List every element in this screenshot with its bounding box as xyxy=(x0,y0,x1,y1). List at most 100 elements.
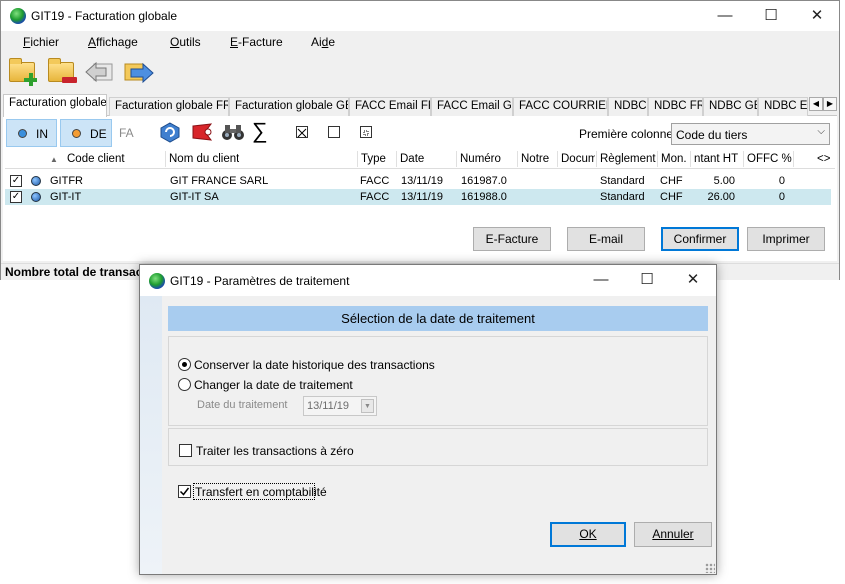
menu-aide[interactable]: Aide xyxy=(311,35,335,49)
change-date-radio[interactable] xyxy=(178,378,191,391)
tab-facc-email-gb[interactable]: FACC Email GB xyxy=(431,97,513,116)
cell-montant: 5.00 xyxy=(713,175,735,187)
chevron-down-icon: ▼ xyxy=(361,399,374,413)
select-none-checkbox[interactable] xyxy=(328,126,340,138)
binoculars-icon[interactable] xyxy=(221,121,245,143)
menu-bar: Fichier Affichage Outils E-Facture Aide xyxy=(1,31,839,53)
parametres-dialog: GIT19 - Paramètres de traitement — ☐ ✕ S… xyxy=(139,264,717,575)
refresh-icon[interactable] xyxy=(158,121,182,143)
forward-arrow-icon[interactable] xyxy=(123,56,155,88)
annuler-button[interactable]: Annuler xyxy=(634,522,712,547)
dialog-minimize-button[interactable]: — xyxy=(578,265,624,295)
transfer-label[interactable]: Transfert en comptabilité xyxy=(195,485,327,499)
toolbar xyxy=(1,54,839,92)
tab-facc-courrier[interactable]: FACC COURRIER xyxy=(513,97,608,116)
keep-date-label[interactable]: Conserver la date historique des transac… xyxy=(194,358,435,372)
col-code-client[interactable]: Code client xyxy=(67,153,125,165)
new-folder-icon[interactable] xyxy=(7,56,39,88)
imprimer-button[interactable]: Imprimer xyxy=(747,227,825,251)
close-button[interactable]: ✕ xyxy=(794,1,840,31)
minimize-button[interactable]: — xyxy=(702,1,748,31)
date-label: Date du traitement xyxy=(197,399,288,411)
col-monnaie[interactable]: Mon. xyxy=(661,153,687,165)
menu-fichier[interactable]: Fichier xyxy=(23,35,59,49)
resize-grip[interactable] xyxy=(705,563,715,573)
dialog-maximize-button[interactable]: ☐ xyxy=(624,265,670,295)
row-checkbox[interactable]: ✓ xyxy=(10,191,22,203)
tab-facturation-globale-fr[interactable]: Facturation globale FR xyxy=(109,97,229,116)
sort-ascending-icon[interactable]: ▲ xyxy=(50,155,58,164)
menu-affichage[interactable]: Affichage xyxy=(88,35,138,49)
col-offc-pct[interactable]: OFFC % xyxy=(747,153,792,165)
back-arrow-icon[interactable] xyxy=(84,56,116,88)
date-picker[interactable]: 13/11/19 ▼ xyxy=(303,396,377,416)
cell-monnaie: CHF xyxy=(660,191,683,203)
ok-button[interactable]: OK xyxy=(550,522,626,547)
cell-reglement: Standard xyxy=(600,175,645,187)
menu-efacture[interactable]: E-Facture xyxy=(230,35,283,49)
email-button[interactable]: E-mail xyxy=(567,227,645,251)
delete-folder-icon[interactable] xyxy=(46,56,78,88)
tab-scroll-left-button[interactable]: ◀ xyxy=(809,97,823,111)
main-window-title: GIT19 - Facturation globale xyxy=(31,9,178,23)
zero-group: Traiter les transactions à zéro xyxy=(168,428,708,466)
chevron-down-icon: ⌵ xyxy=(817,126,825,137)
tab-facturation-globale[interactable]: Facturation globale xyxy=(3,94,107,117)
transfer-checkbox[interactable] xyxy=(178,485,191,498)
col-numero[interactable]: Numéro xyxy=(460,153,501,165)
cell-nom: GIT-IT SA xyxy=(170,191,219,203)
tab-ndbc-fr[interactable]: NDBC FR xyxy=(648,97,703,116)
orange-dot-icon xyxy=(72,129,81,138)
filter-in-label: IN xyxy=(36,127,48,141)
tab-facturation-globale-gb[interactable]: Facturation globale GB xyxy=(229,97,349,116)
col-notre[interactable]: Notre xyxy=(521,153,549,165)
dialog-close-button[interactable]: ✕ xyxy=(670,265,716,295)
select-all-checkbox[interactable] xyxy=(296,126,308,138)
invert-selection-checkbox[interactable] xyxy=(360,126,372,138)
tab-ndbc-em[interactable]: NDBC Em xyxy=(758,97,808,116)
cell-type: FACC xyxy=(360,191,390,203)
col-montant-ht[interactable]: ntant HT xyxy=(694,153,741,165)
tab-ndbc[interactable]: NDBC xyxy=(608,97,648,116)
tab-ndbc-gb[interactable]: NDBC GB xyxy=(703,97,758,116)
filter-de-toggle[interactable]: DE xyxy=(60,119,112,147)
table-header: ▲ Code client Nom du client Type Date Nu… xyxy=(5,149,835,169)
magnet-icon[interactable] xyxy=(191,121,215,143)
menu-outils[interactable]: Outils xyxy=(170,35,201,49)
zero-transactions-label[interactable]: Traiter les transactions à zéro xyxy=(196,444,354,458)
col-nom-client[interactable]: Nom du client xyxy=(169,153,239,165)
col-date[interactable]: Date xyxy=(400,153,424,165)
confirmer-button[interactable]: Confirmer xyxy=(661,227,739,251)
maximize-button[interactable]: ☐ xyxy=(748,1,794,31)
status-text: Nombre total de transactio xyxy=(5,265,158,279)
table-row[interactable]: ✓ GITFR GIT FRANCE SARL FACC 13/11/19 16… xyxy=(5,173,831,189)
filter-in-toggle[interactable]: IN xyxy=(6,119,57,147)
col-type[interactable]: Type xyxy=(361,153,386,165)
main-titlebar[interactable]: GIT19 - Facturation globale — ☐ ✕ xyxy=(1,1,839,31)
table-row[interactable]: ✓ GIT-IT GIT-IT SA FACC 13/11/19 161988.… xyxy=(5,189,831,205)
col-reglement[interactable]: Règlement xyxy=(600,153,656,165)
efacture-button[interactable]: E-Facture xyxy=(473,227,551,251)
tab-facc-email-fr[interactable]: FACC Email FR xyxy=(349,97,431,116)
change-date-label[interactable]: Changer la date de traitement xyxy=(194,378,353,392)
tab-strip: Facturation globale Facturation globale … xyxy=(3,94,837,117)
col-document[interactable]: Docum xyxy=(561,153,595,165)
cell-date: 13/11/19 xyxy=(401,191,444,203)
first-column-select[interactable]: Code du tiers ⌵ xyxy=(671,123,830,145)
cell-type: FACC xyxy=(360,175,390,187)
section-title: Sélection de la date de traitement xyxy=(168,306,708,331)
cell-numero: 161988.0 xyxy=(461,191,507,203)
zero-transactions-checkbox[interactable] xyxy=(179,444,192,457)
transactions-panel: IN DE FA ∑ Première colonne Code du tier… xyxy=(3,116,837,261)
cell-numero: 161987.0 xyxy=(461,175,507,187)
sum-icon[interactable]: ∑ xyxy=(252,120,276,143)
filter-fa-label[interactable]: FA xyxy=(119,126,134,140)
row-checkbox[interactable]: ✓ xyxy=(10,175,22,187)
tab-scroll-right-button[interactable]: ▶ xyxy=(823,97,837,111)
col-more[interactable]: <> xyxy=(817,153,830,165)
cell-offc: 0 xyxy=(778,191,785,203)
dialog-titlebar[interactable]: GIT19 - Paramètres de traitement — ☐ ✕ xyxy=(140,265,716,296)
cell-reglement: Standard xyxy=(600,191,645,203)
filter-de-label: DE xyxy=(90,127,107,141)
keep-date-radio[interactable] xyxy=(178,358,191,371)
